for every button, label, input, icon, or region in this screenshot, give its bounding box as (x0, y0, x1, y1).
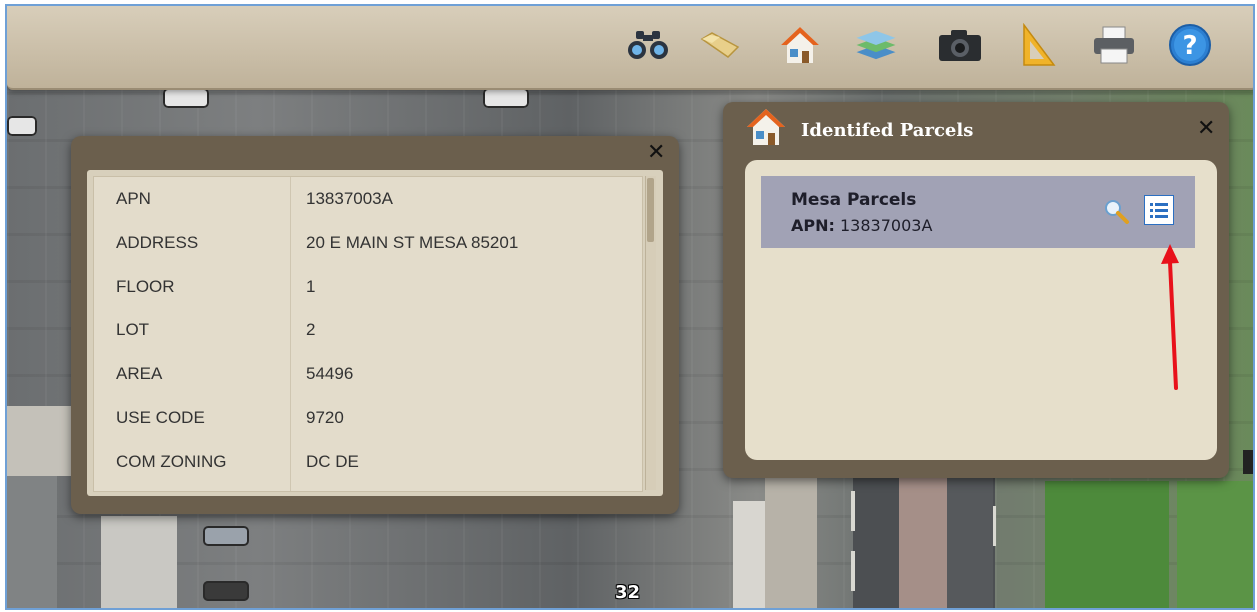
table-row: USE CODE 9720 (94, 396, 642, 440)
map-grass (1045, 481, 1169, 608)
map-building (733, 501, 765, 608)
table-row: AREA 54496 (94, 352, 642, 396)
layers-icon (856, 30, 896, 60)
attribute-key: AREA (116, 364, 163, 383)
attribute-list-button[interactable] (1144, 195, 1174, 225)
panel-title: Identifed Parcels (801, 120, 974, 141)
print-button[interactable] (1091, 22, 1137, 68)
main-toolbar: ? (7, 6, 1253, 90)
result-layer-name: Mesa Parcels (791, 190, 917, 210)
printer-icon (1094, 26, 1134, 64)
help-button[interactable]: ? (1167, 22, 1213, 68)
map-marker (1243, 450, 1253, 474)
map-building (101, 516, 177, 608)
table-row: APN 13837003A (94, 177, 642, 221)
attribute-popup-body: APN 13837003A ADDRESS 20 E MAIN ST MESA … (87, 170, 663, 496)
zoom-to-button[interactable] (1101, 196, 1131, 226)
map-car (203, 581, 249, 601)
list-icon (1150, 203, 1168, 218)
list-item[interactable]: Mesa Parcels APN: 13837003A (761, 176, 1195, 248)
attribute-value: 13837003A (306, 189, 393, 208)
folder-icon (700, 32, 740, 58)
app-frame: 32 ? ✕ APN 13837003A ADDRESS 20 E MAIN S… (5, 4, 1255, 610)
parcels-list: Mesa Parcels APN: 13837003A (745, 160, 1217, 460)
map-road (947, 476, 993, 608)
attribute-table: APN 13837003A ADDRESS 20 E MAIN ST MESA … (93, 176, 643, 492)
attribute-value: DC DE (306, 452, 359, 471)
attribute-value: 9720 (306, 408, 344, 427)
attribute-key: COM ZONING (116, 452, 227, 471)
help-icon: ? (1169, 24, 1211, 66)
map-car (483, 88, 529, 108)
camera-button[interactable] (937, 22, 983, 68)
attribute-key: ADDRESS (116, 233, 199, 252)
vertical-scrollbar[interactable] (645, 176, 656, 490)
table-row: LOT 2 (94, 308, 642, 352)
folder-button[interactable] (697, 22, 743, 68)
attribute-key: FLOOR (116, 277, 175, 296)
help-glyph: ? (1182, 31, 1197, 61)
map-car (163, 88, 209, 108)
table-row: ADDRESS 20 E MAIN ST MESA 85201 (94, 221, 642, 265)
scroll-thumb[interactable] (647, 178, 654, 242)
map-lane-stripe (851, 491, 855, 531)
home-icon (747, 109, 785, 145)
home-icon (781, 27, 819, 63)
binoculars-button[interactable] (625, 22, 671, 68)
attribute-key: USE CODE (116, 408, 205, 427)
attribute-value: 20 E MAIN ST MESA 85201 (306, 233, 519, 252)
map-grass (1177, 481, 1253, 608)
map-label: 32 (615, 582, 641, 603)
map-median (899, 476, 947, 608)
map-sidewalk (765, 476, 817, 608)
home-button[interactable] (777, 22, 823, 68)
apn-value: 13837003A (840, 216, 933, 235)
apn-label: APN: (791, 216, 835, 235)
map-car (7, 116, 37, 136)
map-car (203, 526, 249, 546)
attribute-key: APN (116, 189, 151, 208)
attribute-popup: ✕ APN 13837003A ADDRESS 20 E MAIN ST MES… (71, 136, 679, 514)
measure-button[interactable] (1015, 22, 1061, 68)
table-row: FLOOR 1 (94, 265, 642, 309)
map-building (7, 476, 57, 608)
attribute-value: 54496 (306, 364, 354, 383)
annotation-arrow (1161, 244, 1179, 390)
ruler-triangle-icon (1023, 23, 1056, 66)
identified-parcels-panel: Identifed Parcels ✕ Mesa Parcels APN: 13… (723, 102, 1229, 478)
camera-icon (939, 30, 981, 61)
attribute-value: 1 (306, 277, 316, 296)
binoculars-icon (628, 31, 668, 59)
attribute-key: LOT (116, 320, 150, 339)
attribute-value: 2 (306, 320, 316, 339)
table-row: COM ZONING DC DE (94, 440, 642, 484)
map-lane-stripe (851, 551, 855, 591)
close-icon[interactable]: ✕ (1197, 118, 1215, 140)
magnifier-icon (1105, 200, 1129, 224)
result-apn: APN: 13837003A (791, 216, 932, 235)
close-icon[interactable]: ✕ (647, 142, 665, 164)
map-sidewalk (7, 406, 71, 476)
layers-button[interactable] (853, 22, 899, 68)
